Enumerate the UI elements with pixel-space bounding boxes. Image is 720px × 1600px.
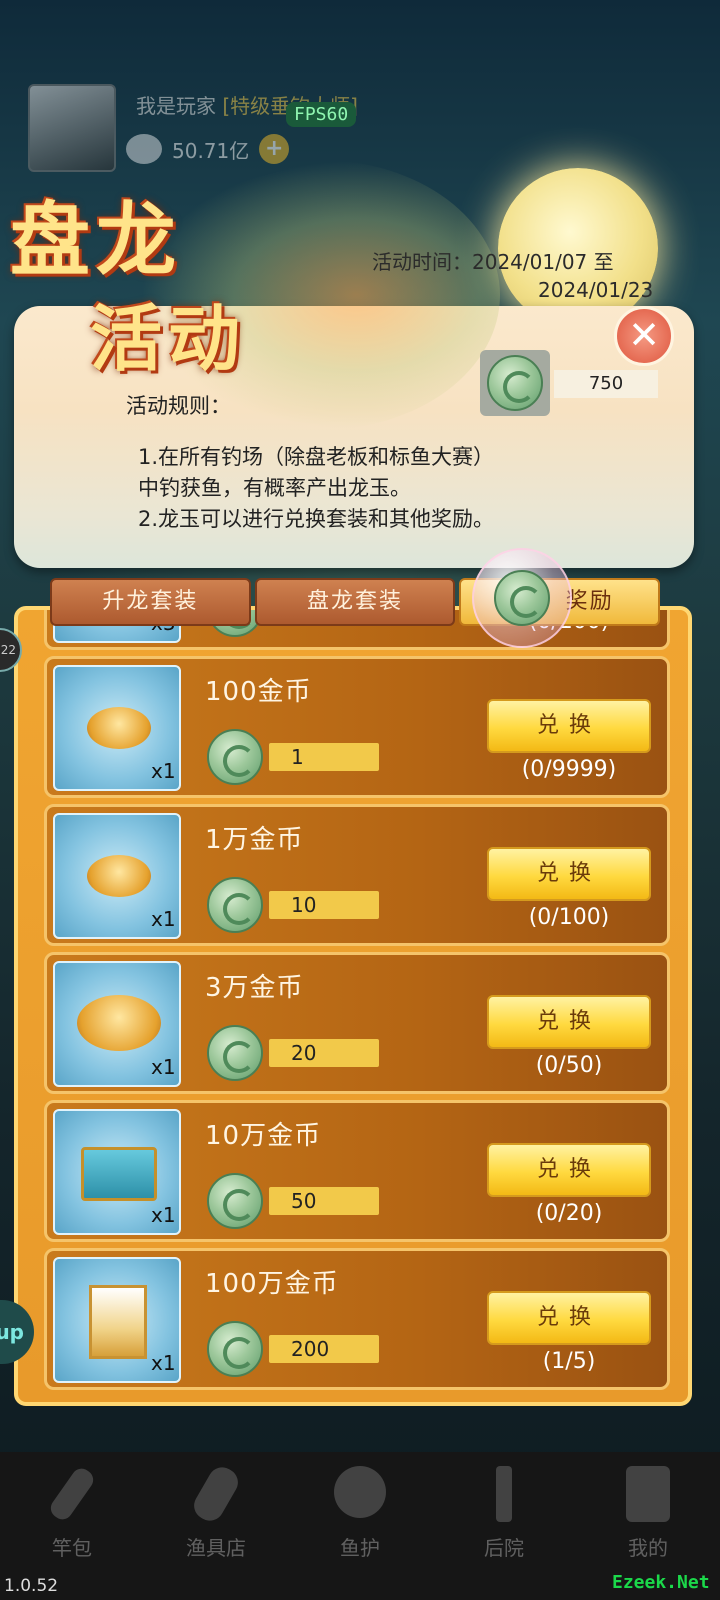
reward-title: 100万金币 — [205, 1269, 339, 1299]
jade-icon — [207, 1321, 263, 1377]
reward-quantity: x1 — [151, 1203, 176, 1227]
reward-cost: 1 — [269, 743, 379, 771]
reward-row: x1 10万金币 50 兑换 (0/20) — [44, 1100, 670, 1242]
reward-row: x1 100金币 1 兑换 (0/9999) — [44, 656, 670, 798]
redeem-progress: (0/9999) — [521, 757, 617, 782]
reward-title: 10万金币 — [205, 1121, 322, 1151]
reward-quantity: x1 — [151, 1351, 176, 1375]
event-time-start: 2024/01/07 至 — [472, 250, 614, 274]
reward-row: x1 100万金币 200 兑换 (1/5) — [44, 1248, 670, 1390]
coin-amount: 50.71亿 — [172, 138, 250, 163]
reward-cost: 200 — [269, 1335, 379, 1363]
reward-row: x1 1万金币 10 兑换 (0/100) — [44, 804, 670, 946]
jade-balance: 750 — [480, 350, 660, 416]
nav-label: 后院 — [484, 1536, 524, 1560]
coin-icon — [126, 134, 162, 164]
rules-label: 活动规则： — [126, 394, 231, 418]
rules-text: 1.在所有钓场（除盘老板和标鱼大赛） 中钓获鱼，有概率产出龙玉。 2.龙玉可以进… — [138, 442, 588, 535]
jade-balance-icon-frame — [480, 350, 550, 416]
event-title: 盘龙 活动 — [10, 176, 280, 381]
reward-quantity: x1 — [151, 907, 176, 931]
reward-list-scroll: x3 (0/100) x1 100金币 1 兑换 (0/9999) x1 1万金… — [18, 610, 688, 1396]
event-title-line2: 活动 — [90, 296, 247, 381]
redeem-button[interactable]: 兑换 — [487, 1291, 651, 1345]
event-time-label: 活动时间： — [372, 250, 472, 274]
rules-line: 中钓获鱼，有概率产出龙玉。 — [138, 476, 411, 500]
nav-label: 我的 — [628, 1536, 668, 1560]
reward-quantity: x1 — [151, 759, 176, 783]
tackle-shop-icon — [189, 1462, 243, 1526]
fish-keeper-icon — [334, 1466, 386, 1526]
redeem-button[interactable]: 兑换 — [487, 847, 651, 901]
rod-bag-icon — [46, 1464, 98, 1526]
jade-icon — [487, 355, 543, 411]
redeem-button[interactable]: 兑换 — [487, 1143, 651, 1197]
floating-jade-bubble[interactable] — [472, 548, 572, 648]
reward-cost: 50 — [269, 1187, 379, 1215]
version-label: 1.0.52 — [4, 1576, 59, 1596]
coin-balance: 50.71亿 + — [126, 134, 290, 164]
backyard-icon — [478, 1466, 530, 1526]
nav-label: 竿包 — [52, 1536, 92, 1560]
nav-label: 渔具店 — [186, 1536, 246, 1560]
fps-counter: FPS60 — [286, 102, 357, 127]
reward-cost: 10 — [269, 891, 379, 919]
player-header: 我是玩家 [特级垂钓大师] 50.71亿 + — [28, 84, 408, 174]
reward-cost: 20 — [269, 1039, 379, 1067]
rules-line: 2.龙玉可以进行兑换套装和其他奖励。 — [138, 507, 495, 531]
reward-row: x1 3万金币 20 兑换 (0/50) — [44, 952, 670, 1094]
tab-coiled-dragon-set[interactable]: 盘龙套装 — [254, 578, 456, 626]
nav-label: 鱼护 — [340, 1536, 380, 1560]
reward-title: 100金币 — [205, 677, 312, 707]
rules-line: 1.在所有钓场（除盘老板和标鱼大赛） — [138, 445, 495, 469]
avatar[interactable] — [28, 84, 116, 172]
player-name-text: 我是玩家 — [136, 94, 216, 118]
event-time-end: 2024/01/23 — [538, 278, 654, 302]
redeem-button[interactable]: 兑换 — [487, 995, 651, 1049]
nav-backyard[interactable]: 后院 — [432, 1452, 576, 1600]
redeem-progress: (0/20) — [535, 1201, 603, 1226]
profile-icon — [622, 1466, 674, 1526]
jade-icon — [207, 877, 263, 933]
redeem-progress: (1/5) — [542, 1349, 596, 1374]
reward-quantity: x1 — [151, 1055, 176, 1079]
reward-list[interactable]: x3 (0/100) x1 100金币 1 兑换 (0/9999) x1 1万金… — [14, 606, 692, 1406]
nav-fish-keeper[interactable]: 鱼护 — [288, 1452, 432, 1600]
watermark: Ezeek.Net — [612, 1572, 710, 1593]
jade-icon — [494, 570, 550, 626]
jade-icon — [207, 1173, 263, 1229]
reward-title: 1万金币 — [205, 825, 304, 855]
add-coins-button[interactable]: + — [259, 134, 290, 164]
redeem-progress: (0/50) — [535, 1053, 603, 1078]
event-title-line1: 盘龙 — [10, 193, 182, 287]
tab-rising-dragon-set[interactable]: 升龙套装 — [50, 578, 251, 626]
jade-icon — [207, 1025, 263, 1081]
redeem-progress: (0/100) — [528, 905, 610, 930]
jade-icon — [207, 729, 263, 785]
redeem-button[interactable]: 兑换 — [487, 699, 651, 753]
event-time: 活动时间：2024/01/07 至 2024/01/23 — [372, 248, 672, 304]
nav-tackle-shop[interactable]: 渔具店 — [144, 1452, 288, 1600]
jade-count: 750 — [554, 370, 658, 398]
reward-title: 3万金币 — [205, 973, 304, 1003]
